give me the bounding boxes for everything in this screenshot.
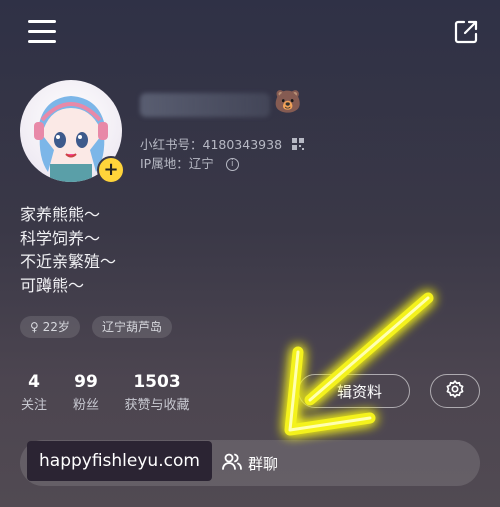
bear-emoji-icon: 🐻: [274, 90, 302, 115]
share-icon[interactable]: [452, 18, 480, 46]
group-chat-button[interactable]: 群聊: [222, 452, 278, 474]
group-icon: [222, 452, 242, 474]
bio-line: 不近亲繁殖～: [20, 252, 117, 271]
menu-icon[interactable]: [28, 20, 56, 44]
stat-number: 99: [74, 372, 98, 392]
stat-number: 4: [28, 372, 40, 392]
ip-location-label: IP属地：辽宁: [140, 156, 214, 171]
group-chat-label: 群聊: [248, 454, 279, 473]
stat-label: 获赞与收藏: [124, 398, 190, 413]
ip-location-row: IP属地：辽宁 i: [140, 153, 239, 172]
age-gender-tag: ♀ 22岁: [20, 316, 80, 338]
bio: 家养熊熊～ 科学饲养～ 不近亲繁殖～ 可蹲熊～: [20, 203, 116, 297]
location-tag: 辽宁葫芦岛: [92, 316, 173, 338]
stat-label: 关注: [20, 398, 47, 413]
bio-line: 科学饲养～: [20, 228, 101, 248]
stat-label: 粉丝: [72, 398, 99, 413]
arrow-annotation-icon: [250, 280, 450, 450]
bio-line: 家养熊熊～: [20, 205, 101, 224]
info-icon[interactable]: i: [225, 158, 239, 171]
watermark: happyfishleyu.com: [27, 441, 212, 481]
user-id-label: 小红书号：4180343938: [140, 137, 283, 152]
bio-line: 可蹲熊～: [20, 275, 85, 295]
stat-followers[interactable]: 99 粉丝: [66, 372, 106, 413]
user-id-row[interactable]: 小红书号：4180343938: [140, 134, 305, 153]
qr-code-icon[interactable]: [292, 138, 305, 153]
add-avatar-button[interactable]: +: [97, 156, 125, 184]
stat-following[interactable]: 4 关注: [20, 372, 48, 413]
nickname-blurred: [140, 93, 270, 117]
stat-number: 1503: [133, 372, 181, 392]
stat-likes-collects[interactable]: 1503 获赞与收藏: [121, 372, 193, 413]
